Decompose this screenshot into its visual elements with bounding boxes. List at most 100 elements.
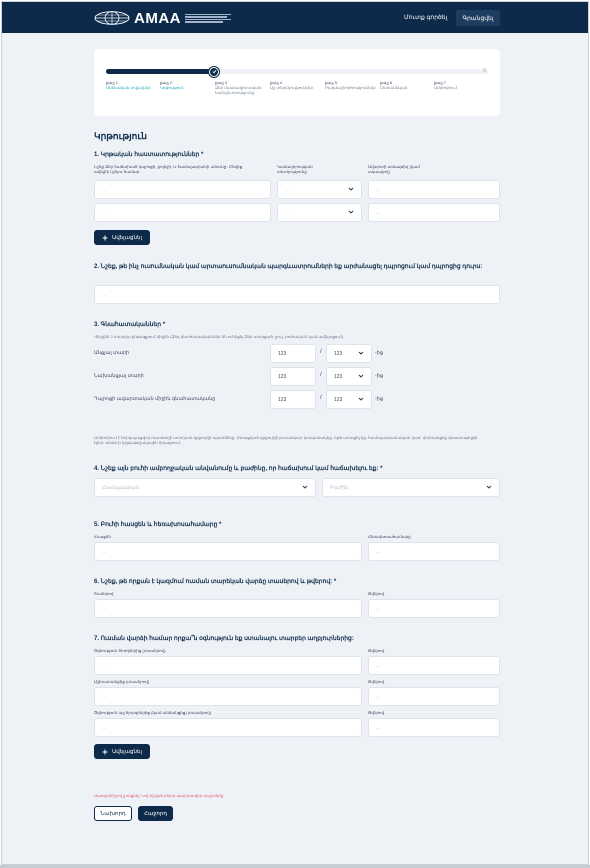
required-fields-note: Աստղանիշով լրացնել *-ով նշված բոլոր պարտ… [94,793,224,798]
globe-logo-icon [94,11,130,25]
step-5[interactable]: քայլ 5 Բազմաշնորհություններ [325,80,376,90]
q1-school-label: Նշեք Ձեր հաճախած դպրոցի, քոլեջի, և համալ… [94,164,243,174]
grade-row-label: Նախանցյալ տարի [94,373,144,379]
select-value: ... [285,210,290,216]
add-support-button[interactable]: Ավելացնել [94,744,150,759]
progress-fill [106,69,217,74]
add-button-label: Ավելացնել [112,234,142,241]
support-source-label: Օգնություն այլ ծրագրերից (կամ անձանցից) … [94,710,211,715]
progress-check-icon [209,66,219,77]
login-link[interactable]: Մուտք գործել [404,14,447,21]
step-title: Ձեր մասնագիտական նախընտրությունը [215,85,262,95]
select-value: ... [285,187,290,193]
duration-select[interactable]: ... [277,203,362,222]
q7-title: 7. Ուսման վարձի համար որքա՞ն օգնություն … [94,636,354,642]
slash-separator: / [320,395,322,401]
chevron-down-icon [348,187,354,191]
support-digits-label: Թվերով [368,679,385,684]
step-1[interactable]: քայլ 1 Անձնական տվյալներ [106,80,154,90]
logo-text: AMAA [134,9,181,27]
support-words-input[interactable]: ... [94,718,362,737]
logo-tagline [185,13,231,23]
awards-input[interactable]: ... [94,285,500,304]
step-6[interactable]: քայլ 6 Ընտանեկան [380,80,428,90]
progress-stepper: 0 քայլ 1 Անձնական տվյալներ քայլ 2 Կրթութ… [94,49,500,116]
step-7[interactable]: քայլ 7 Ամփոփում [434,80,482,90]
select-value: 123 [334,351,343,357]
select-value: Բաժին [330,485,349,491]
amaa-logo[interactable]: AMAA [94,9,231,27]
step-title: Անձնական տվյալներ [106,85,151,90]
university-select[interactable]: Համալսարան [94,478,316,497]
phone-label: Հեռախոսահամարը [368,534,411,539]
support-digits-input[interactable]: ... [368,718,500,737]
chevron-down-icon [358,374,364,378]
step-title: Բազմաշնորհություններ [325,85,376,90]
q5-title: 5. Բուհի հասցեն և հեռախոսահամարը * [94,522,222,528]
graduation-date-input[interactable]: ... [368,203,500,222]
step-3[interactable]: քայլ 3 Ձեր մասնագիտական նախընտրությունը [215,80,263,95]
step-4[interactable]: քայլ 4 Այլ տեղեկություններ [270,80,318,90]
progress-end-label: 0 [483,68,486,74]
next-button[interactable]: Հաջորդ [138,806,173,821]
q6-title: 6. Նշեք, թե որքան է կազմում ուսման տարեկ… [94,579,337,585]
support-digits-input[interactable]: ... [368,656,500,675]
chevron-down-icon [348,210,354,214]
university-phone-input[interactable]: ... [368,542,500,561]
support-digits-input[interactable]: ... [368,687,500,706]
tuition-digits-label: Թվերով [368,591,385,596]
support-source-label: Օգնություն ծնողներից (տասերով) [94,648,166,653]
slash-separator: / [320,349,322,355]
plus-icon [102,235,108,240]
grade-scale-select[interactable]: 123 [326,390,372,409]
step-title: Ամփոփում [434,85,457,90]
duration-select[interactable]: ... [277,180,362,199]
support-digits-label: Թվերով [368,648,385,653]
page-frame: AMAA Մուտք գործել Գրանցվել 0 քայլ 1 Անձն… [1,1,589,865]
add-button-label: Ավելացնել [112,748,142,755]
graduation-date-input[interactable]: ... [368,180,500,199]
register-button[interactable]: Գրանցվել [456,10,500,26]
q3-hint: Վերջին 2 տարվա ընթացքում միջին (Ձեզ գնահ… [94,334,344,339]
back-button[interactable]: Նախորդ [94,806,132,821]
address-label: Հասցեն [94,534,111,539]
chevron-down-icon [486,485,492,489]
school-name-input[interactable]: ... [94,180,271,199]
progress-track: 0 [106,66,488,77]
grade-value-input[interactable]: 123 [270,390,316,409]
tuition-words-label: Տառերով [94,591,114,596]
step-title: Կրթություն [160,85,184,90]
step-title: Ընտանեկան [380,85,408,90]
grade-row-label: Անցյալ տարի [94,350,130,356]
faculty-select[interactable]: Բաժին [322,478,500,497]
university-address-input[interactable]: ... [94,542,362,561]
q1-title: 1. Կրթական հաստատություններ * [94,152,204,158]
grade-value-input[interactable]: 123 [270,367,316,386]
grade-value-input[interactable]: 123 [270,344,316,363]
grade-row-label: Դպրոցի ավարտական միջին գնահատականը [94,396,216,402]
top-navbar: AMAA Մուտք գործել Գրանցվել [2,2,588,33]
step-title: Այլ տեղեկություններ [270,85,314,90]
section-title: Կրթություն [94,131,147,141]
support-digits-label: Թվերով [368,710,385,715]
step-2[interactable]: քայլ 2 Կրթություն [160,80,208,90]
q4-title: 4. Նշեք այն բուհի ամբողջական անվանումը և… [94,466,383,472]
tuition-digits-input[interactable]: ... [368,599,500,618]
chevron-down-icon [358,397,364,401]
tuition-words-input[interactable]: ... [94,599,362,618]
support-words-input[interactable]: ... [94,656,362,675]
plus-icon [102,749,108,754]
support-words-input[interactable]: ... [94,687,362,706]
grade-scale-select[interactable]: 123 [326,367,372,386]
select-value: 123 [334,374,343,380]
school-name-input[interactable]: ... [94,203,271,222]
add-school-button[interactable]: Ավելացնել [94,230,150,245]
q1-graduation-label: Ավարտի ամսաթիվ (կամ սպասվող) [368,164,420,174]
q3-title: 3. Գնահատականներ * [94,322,166,328]
slash-separator: / [320,372,322,378]
grade-scale-select[interactable]: 123 [326,344,372,363]
select-value: Համալսարան [102,485,140,491]
grade-unit: -ից [375,350,384,356]
select-value: 123 [334,397,343,403]
transcript-note: Ամփոփում է ներկայացվող ուսանողի ստորյան … [94,435,478,445]
